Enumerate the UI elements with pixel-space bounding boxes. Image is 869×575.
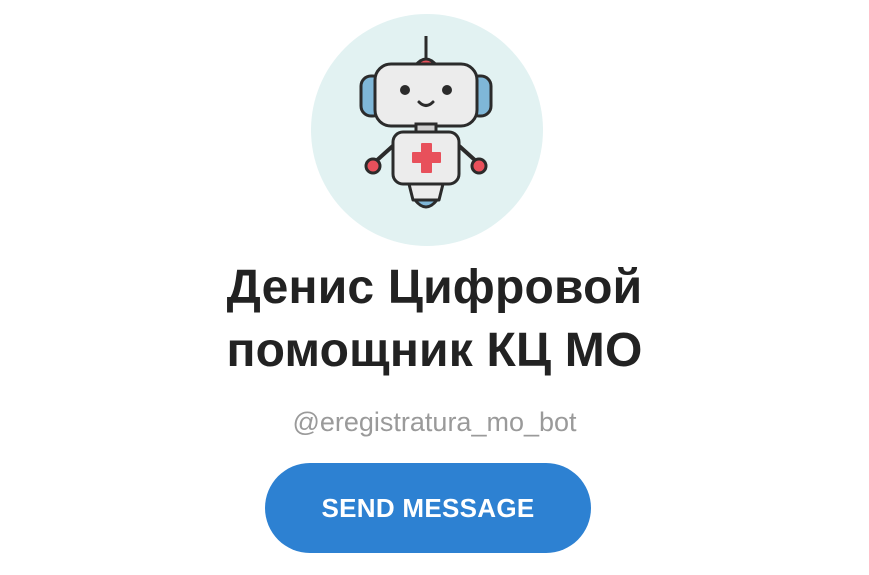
bot-name-line-1: Денис Цифровой	[226, 261, 643, 314]
bot-username: @eregistratura_mo_bot	[292, 407, 577, 437]
send-message-button[interactable]: SEND MESSAGE	[265, 463, 591, 553]
medical-robot-icon	[359, 36, 493, 209]
bot-profile-card: Денис Цифровой помощник КЦ МО @eregistra…	[0, 0, 869, 575]
bot-name-line-2: помощник КЦ МО	[226, 324, 643, 377]
bot-avatar	[311, 14, 543, 246]
bot-display-name: Денис Цифровой помощник КЦ МО	[0, 256, 869, 382]
